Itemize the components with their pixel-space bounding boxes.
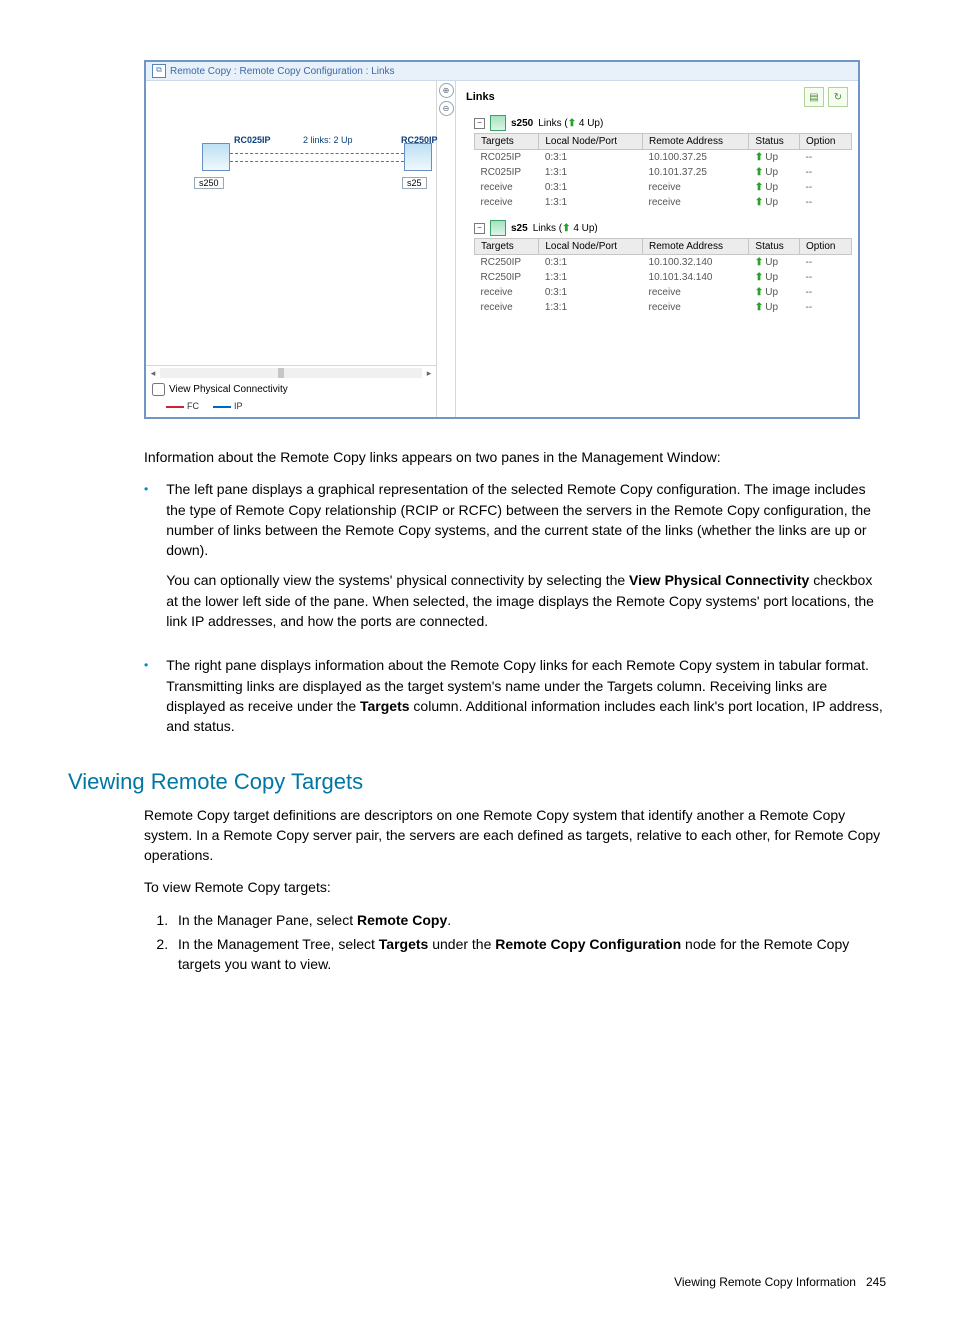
group-links-label: Links (⬆ 4 Up) [538,118,603,129]
window-titlebar: ⧉ Remote Copy : Remote Copy Configuratio… [146,62,858,81]
body-text: The right pane displays information abou… [166,655,886,736]
up-arrow-icon: ⬆ [755,152,763,163]
up-arrow-icon: ⬆ [755,272,763,283]
up-arrow-icon: ⬆ [755,257,763,268]
up-arrow-icon: ⬆ [755,302,763,313]
up-arrow-icon: ⬆ [755,182,763,193]
col-status[interactable]: Status [749,239,800,255]
zoom-in-icon[interactable]: ⊕ [439,83,454,98]
col-local[interactable]: Local Node/Port [539,134,643,150]
col-targets[interactable]: Targets [475,239,539,255]
remote-copy-links-window: ⧉ Remote Copy : Remote Copy Configuratio… [144,60,860,419]
export-icon[interactable]: ▤ [804,87,824,107]
group-links-label: Links (⬆ 4 Up) [533,223,598,234]
body-text: Remote Copy target definitions are descr… [144,805,886,866]
legend-fc: FC [187,401,199,411]
col-option[interactable]: Option [800,134,852,150]
server-icon[interactable] [202,143,230,171]
server-label: s25 [402,177,427,189]
bullet-icon: • [144,479,148,641]
body-text: The left pane displays a graphical repre… [166,479,886,560]
body-text: You can optionally view the systems' phy… [166,570,886,631]
table-header-row: Targets Local Node/Port Remote Address S… [475,239,852,255]
table-row[interactable]: RC025IP1:3:110.101.37.25⬆Up-- [475,165,852,180]
step-item: In the Manager Pane, select Remote Copy. [172,910,886,930]
links-heading: Links [466,91,495,103]
table-row[interactable]: receive0:3:1receive⬆Up-- [475,285,852,300]
legend-ip: IP [234,401,243,411]
section-heading: Viewing Remote Copy Targets [68,769,886,795]
zoom-out-icon[interactable]: ⊖ [439,101,454,116]
links-detail-pane: Links ▤ ↻ − s250 Links (⬆ 4 Up) [456,81,858,417]
body-text: Information about the Remote Copy links … [144,447,886,467]
table-row[interactable]: RC250IP1:3:110.101.34.140⬆Up-- [475,270,852,285]
table-row[interactable]: RC025IP0:3:110.100.37.25⬆Up-- [475,150,852,166]
body-text: To view Remote Copy targets: [144,877,886,897]
group-name: s25 [511,223,528,234]
table-header-row: Targets Local Node/Port Remote Address S… [475,134,852,150]
scroll-right-icon[interactable]: ▸ [422,368,436,379]
table-row[interactable]: receive0:3:1receive⬆Up-- [475,180,852,195]
server-label: s250 [194,177,224,189]
diagram-link-summary: 2 links: 2 Up [303,135,353,145]
col-option[interactable]: Option [800,239,852,255]
step-item: In the Management Tree, select Targets u… [172,934,886,975]
view-physical-connectivity-label: View Physical Connectivity [169,384,288,395]
view-physical-connectivity-checkbox[interactable] [152,383,165,396]
diagram-scrollbar[interactable]: ◂ ▸ [146,365,436,380]
col-remote[interactable]: Remote Address [643,134,749,150]
bullet-icon: • [144,655,148,746]
col-remote[interactable]: Remote Address [643,239,749,255]
up-arrow-icon: ⬆ [755,287,763,298]
page-footer: Viewing Remote Copy Information 245 [674,1275,886,1289]
links-table: Targets Local Node/Port Remote Address S… [474,133,852,210]
up-arrow-icon: ⬆ [755,197,763,208]
collapse-toggle[interactable]: − [474,118,485,129]
scroll-left-icon[interactable]: ◂ [146,368,160,379]
topology-pane: RC025IP 2 links: 2 Up RC250IP s250 s25 ◂… [146,81,437,417]
table-row[interactable]: RC250IP0:3:110.100.32.140⬆Up-- [475,255,852,271]
col-local[interactable]: Local Node/Port [539,239,643,255]
server-icon[interactable] [404,143,432,171]
col-targets[interactable]: Targets [475,134,539,150]
links-table: Targets Local Node/Port Remote Address S… [474,238,852,315]
up-arrow-icon: ⬆ [755,167,763,178]
diagram-target-left: RC025IP [234,135,271,145]
group-name: s250 [511,118,533,129]
system-icon [490,115,506,131]
table-row[interactable]: receive1:3:1receive⬆Up-- [475,195,852,210]
col-status[interactable]: Status [749,134,800,150]
legend: FC IP [146,399,436,417]
app-icon: ⧉ [152,64,166,78]
window-title: Remote Copy : Remote Copy Configuration … [170,66,395,77]
refresh-icon[interactable]: ↻ [828,87,848,107]
table-row[interactable]: receive1:3:1receive⬆Up-- [475,300,852,315]
link-line [230,153,404,154]
system-icon [490,220,506,236]
link-line [230,161,404,162]
collapse-toggle[interactable]: − [474,223,485,234]
